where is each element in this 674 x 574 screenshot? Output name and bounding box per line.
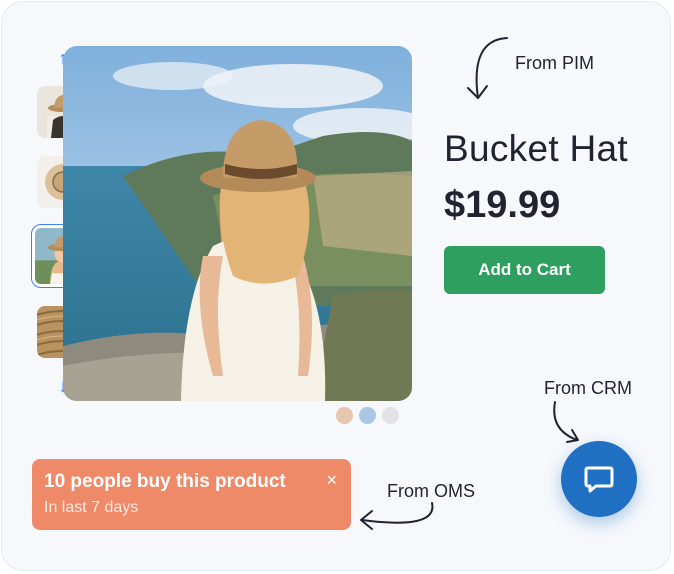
image-carousel-dots [336, 407, 399, 424]
carousel-dot-1[interactable] [336, 407, 353, 424]
close-icon[interactable]: × [326, 471, 337, 489]
add-to-cart-button[interactable]: Add to Cart [444, 246, 605, 294]
woman-in-bucket-hat-coastal-photo [63, 46, 412, 401]
carousel-dot-3[interactable] [382, 407, 399, 424]
chat-bubble-icon [584, 466, 614, 493]
from-pim-annotation: From PIM [515, 53, 594, 73]
chat-button[interactable] [561, 441, 637, 517]
carousel-dot-2[interactable] [359, 407, 376, 424]
product-price: $19.99 [444, 184, 561, 226]
product-title: Bucket Hat [444, 128, 628, 169]
main-product-image [63, 46, 412, 401]
from-oms-annotation: From OMS [387, 481, 475, 501]
from-crm-annotation: From CRM [544, 378, 632, 398]
oms-banner-subtitle: In last 7 days [44, 499, 139, 516]
oms-social-proof-banner: 10 people buy this product In last 7 day… [32, 459, 351, 530]
oms-banner-title: 10 people buy this product [44, 471, 286, 492]
